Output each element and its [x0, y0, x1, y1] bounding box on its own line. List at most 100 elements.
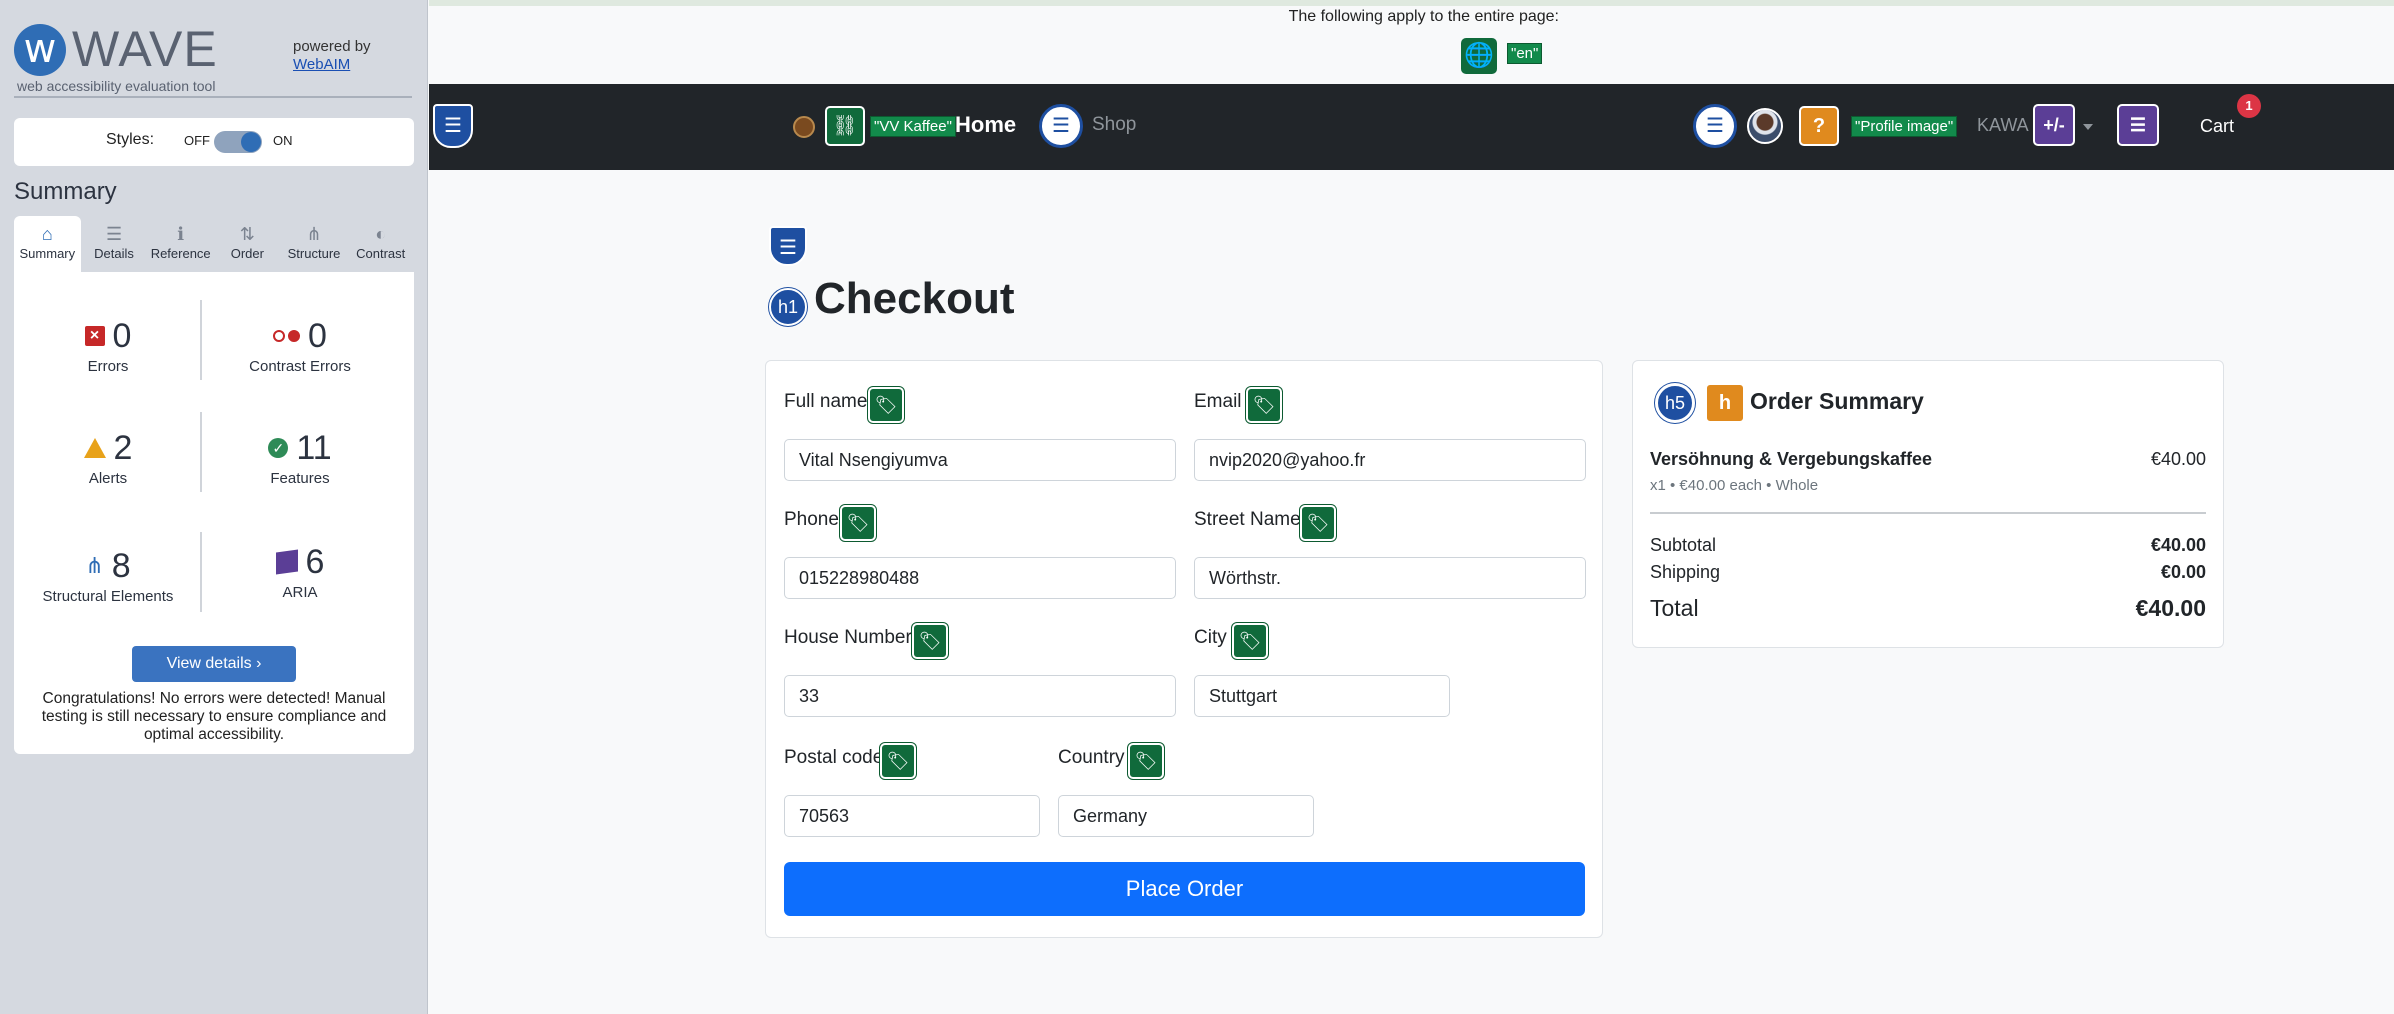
tab-details[interactable]: ☰ Details — [80, 216, 148, 272]
toggle-knob — [241, 132, 261, 152]
alerts-count: 2 — [113, 428, 133, 467]
wave-sidebar: w WAVE web accessibility evaluation tool… — [0, 0, 428, 1014]
language-label: "en" — [1507, 43, 1543, 64]
aria-count: 6 — [305, 542, 325, 581]
language-globe-icon[interactable]: 🌐 — [1461, 38, 1497, 74]
phone-field[interactable]: 015228980488 — [784, 557, 1176, 599]
structure-icon: ⋔ — [306, 224, 322, 244]
full-name-field[interactable]: Vital Nsengiyumva — [784, 439, 1176, 481]
structural-label: Structural Elements — [42, 588, 174, 605]
country-label: Country — [1058, 747, 1125, 768]
tab-label: Contrast — [356, 246, 406, 261]
page-level-annotations: The following apply to the entire page: … — [429, 0, 2394, 84]
nav-home-link[interactable]: Home — [955, 112, 1016, 138]
tag-icon[interactable]: 🏷 — [1128, 743, 1164, 779]
aria-icon — [275, 549, 298, 575]
house-number-field[interactable]: 33 — [784, 675, 1176, 717]
navbar: ☰ ⛓ "VV Kaffee" Home ☰ Shop ☰ ? "Profile… — [429, 84, 2394, 170]
order-summary-title: Order Summary — [1750, 388, 1924, 414]
error-icon: × — [84, 326, 105, 346]
tag-icon[interactable]: 🏷 — [1232, 623, 1268, 659]
full-name-label: Full name — [784, 391, 868, 412]
city-field[interactable]: Stuttgart — [1194, 675, 1450, 717]
styles-toggle[interactable] — [214, 131, 262, 153]
coffee-logo-icon — [793, 116, 815, 138]
profile-alt-label: "Profile image" — [1851, 116, 1958, 137]
house-number-label: House Number — [784, 627, 912, 648]
webaim-link[interactable]: WebAIM — [293, 56, 371, 74]
styles-label: Styles: — [106, 131, 155, 148]
congrats-message: Congratulations! No errors were detected… — [41, 690, 387, 743]
tab-contrast[interactable]: ◐ Contrast — [347, 216, 415, 272]
email-label: Email — [1194, 391, 1242, 412]
tab-label: Order — [230, 246, 264, 261]
wave-list-icon[interactable]: ☰ — [1693, 104, 1737, 148]
tab-structure[interactable]: ⋔ Structure — [280, 216, 348, 272]
subtotal-row: Subtotal €40.00 — [1650, 535, 2206, 556]
street-field[interactable]: Wörthstr. — [1194, 557, 1586, 599]
styles-on-label: ON — [273, 133, 293, 148]
tab-order[interactable]: ⇅ Order — [214, 216, 281, 272]
total-label: Total — [1650, 595, 1699, 621]
stat-contrast-errors: 0 Contrast Errors — [210, 316, 390, 376]
info-icon: ℹ — [177, 224, 185, 244]
order-summary-card: h5 h Order Summary Versöhnung & Vergebun… — [1632, 360, 2224, 648]
item-price: €40.00 — [2150, 449, 2206, 469]
divider — [200, 412, 202, 492]
contrast-label: Contrast Errors — [249, 358, 351, 375]
contrast-count: 0 — [308, 316, 327, 355]
structure-icon: ⋔ — [85, 553, 104, 578]
wave-logo-text: WAVE — [72, 21, 218, 77]
h1-badge: h1 — [769, 288, 807, 326]
cart-link[interactable]: Cart — [2200, 116, 2234, 137]
nav-shop-link[interactable]: Shop — [1092, 114, 1136, 136]
wave-list-icon[interactable]: ☰ — [1039, 104, 1083, 148]
street-label: Street Name — [1194, 509, 1301, 530]
item-name: Versöhnung & Vergebungskaffee — [1650, 449, 1933, 469]
cart-count-badge: 1 — [2237, 94, 2261, 118]
postal-code-label: Postal code — [784, 747, 884, 768]
tab-label: Reference — [150, 246, 211, 261]
errors-label: Errors — [87, 358, 129, 375]
stat-aria: 6 ARIA — [210, 542, 390, 601]
postal-code-field[interactable]: 70563 — [784, 795, 1040, 837]
city-label: City — [1194, 627, 1227, 648]
subtotal-label: Subtotal — [1650, 535, 1717, 555]
country-field[interactable]: Germany — [1058, 795, 1314, 837]
email-field[interactable]: nvip2020@yahoo.fr — [1194, 439, 1586, 481]
tag-icon[interactable]: 🏷 — [840, 505, 876, 541]
tab-reference[interactable]: ℹ Reference — [147, 216, 215, 272]
wave-alert-icon[interactable]: ? — [1799, 106, 1839, 146]
aria-label: ARIA — [282, 584, 318, 601]
stat-errors: × 0 Errors — [18, 316, 198, 375]
subtotal-value: €40.00 — [2150, 535, 2206, 555]
avatar[interactable] — [1747, 108, 1783, 144]
tag-icon[interactable]: 🏷 — [912, 623, 948, 659]
view-details-button[interactable]: View details › — [132, 646, 296, 682]
powered-by: powered by WebAIM — [293, 38, 371, 74]
page-note-text: The following apply to the entire page: — [1288, 8, 1559, 25]
wave-linked-image-icon[interactable]: ⛓ — [825, 106, 865, 146]
tag-icon[interactable]: 🏷 — [868, 387, 904, 423]
user-name[interactable]: KAWA — [1977, 115, 2029, 136]
wave-aria-icon[interactable]: +/- — [2033, 104, 2075, 146]
tag-icon[interactable]: 🏷 — [1300, 505, 1336, 541]
tag-icon[interactable]: 🏷 — [880, 743, 916, 779]
alerts-label: Alerts — [88, 470, 128, 487]
summary-panel: × 0 Errors 0 Contrast Errors 2 Alerts ✓ 11… — [14, 272, 414, 754]
wave-alert-heading-icon[interactable]: h — [1705, 383, 1745, 423]
main-content: ☰ h1 Checkout Full name 🏷 Vital Nsengiyu… — [429, 170, 2394, 1014]
wave-region-icon[interactable]: ☰ — [769, 226, 807, 266]
wave-region-icon[interactable]: ☰ — [433, 104, 473, 148]
tag-icon[interactable]: 🏷 — [1246, 387, 1282, 423]
total-row: Total €40.00 — [1650, 595, 2206, 622]
wave-aria-label-icon[interactable]: ☰ — [2117, 104, 2159, 146]
phone-label: Phone — [784, 509, 839, 530]
tab-summary[interactable]: ⌂ Summary — [14, 216, 81, 272]
chevron-down-icon[interactable] — [2083, 124, 2093, 130]
errors-count: 0 — [112, 316, 132, 355]
place-order-button[interactable]: Place Order — [784, 862, 1585, 916]
divider — [200, 300, 202, 380]
checkout-form: Full name 🏷 Vital Nsengiyumva Email 🏷 nv… — [765, 360, 1603, 938]
structural-count: 8 — [111, 546, 131, 585]
